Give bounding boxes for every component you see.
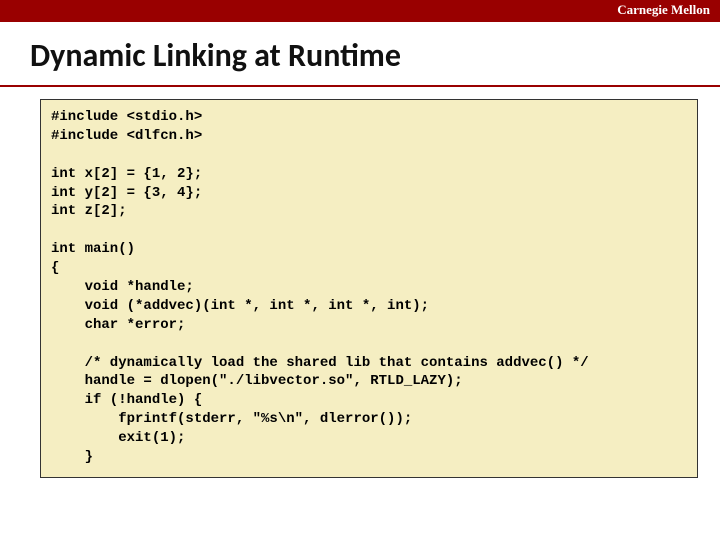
- slide-title: Dynamic Linking at Runtime: [30, 36, 720, 75]
- brand-label: Carnegie Mellon: [617, 2, 710, 18]
- top-bar: Carnegie Mellon: [0, 0, 720, 22]
- slide: Carnegie Mellon Dynamic Linking at Runti…: [0, 0, 720, 540]
- code-box: #include <stdio.h> #include <dlfcn.h> in…: [40, 99, 698, 478]
- code-listing: #include <stdio.h> #include <dlfcn.h> in…: [51, 108, 687, 467]
- title-rule: [0, 85, 720, 87]
